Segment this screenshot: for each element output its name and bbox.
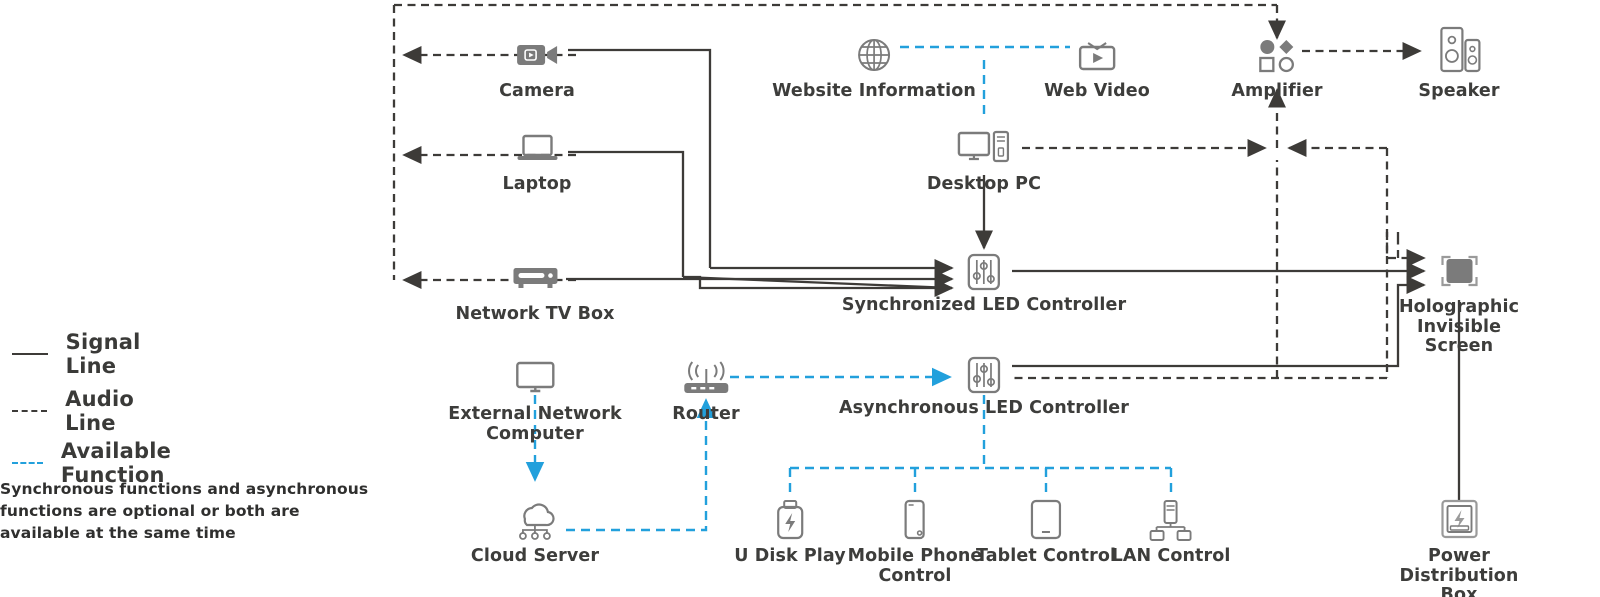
node-label: Web Video bbox=[1044, 81, 1150, 101]
node-label: Cloud Server bbox=[470, 546, 600, 566]
laptop-icon bbox=[502, 125, 571, 171]
solid-line-icon bbox=[12, 353, 48, 355]
node-website-information[interactable]: Website Information bbox=[772, 32, 976, 102]
set-top-box-icon bbox=[455, 255, 614, 301]
node-label: Website Information bbox=[772, 81, 976, 101]
node-router[interactable]: Router bbox=[672, 355, 740, 425]
node-network-tv-box[interactable]: Network TV Box bbox=[455, 255, 614, 325]
led-controller-icon bbox=[842, 252, 1126, 292]
node-label: Power Distribution Box bbox=[1399, 546, 1519, 597]
node-tablet-control[interactable]: Tablet Control bbox=[976, 497, 1116, 567]
node-label: Tablet Control bbox=[975, 546, 1117, 566]
node-label: Router bbox=[672, 404, 740, 424]
holographic-screen-icon bbox=[1389, 250, 1530, 294]
node-label: U Disk Play bbox=[734, 546, 846, 566]
legend-item-audio: Audio Line bbox=[12, 387, 151, 435]
dashed-line-icon bbox=[12, 410, 48, 412]
node-asynchronous-led-controller[interactable]: Asynchronous LED Controller bbox=[839, 355, 1129, 419]
tablet-icon bbox=[976, 497, 1116, 543]
node-label: Camera bbox=[499, 81, 575, 101]
usb-drive-icon bbox=[734, 497, 846, 543]
node-label: Desktop PC bbox=[926, 174, 1042, 194]
legend-label: Signal Line bbox=[65, 330, 141, 378]
lan-network-icon bbox=[1112, 497, 1231, 543]
node-laptop[interactable]: Laptop bbox=[502, 125, 571, 195]
node-label: Speaker bbox=[1418, 81, 1500, 101]
globe-icon bbox=[772, 32, 976, 78]
monitor-icon bbox=[448, 355, 621, 401]
node-synchronized-led-controller[interactable]: Synchronized LED Controller bbox=[842, 252, 1126, 316]
node-amplifier[interactable]: Amplifier bbox=[1231, 32, 1323, 102]
node-desktop-pc[interactable]: Desktop PC bbox=[927, 125, 1041, 195]
power-box-icon bbox=[1389, 497, 1530, 543]
node-lan-control[interactable]: LAN Control bbox=[1112, 497, 1231, 567]
node-label: Amplifier bbox=[1231, 81, 1323, 101]
node-holographic-invisible-screen[interactable]: Holographic Invisible Screen bbox=[1389, 250, 1530, 357]
node-cloud-server[interactable]: Cloud Server bbox=[471, 497, 599, 567]
cloud-server-icon bbox=[471, 497, 599, 543]
node-speaker[interactable]: Speaker bbox=[1418, 25, 1499, 102]
node-external-network-computer[interactable]: External Network Computer bbox=[448, 355, 622, 444]
node-label: Network TV Box bbox=[455, 304, 615, 324]
speaker-icon bbox=[1418, 25, 1499, 78]
node-label: Mobile Phone Control bbox=[847, 546, 983, 586]
node-label: Holographic Invisible Screen bbox=[1398, 297, 1520, 357]
router-icon bbox=[672, 355, 739, 401]
desktop-computer-icon bbox=[927, 125, 1041, 171]
amplifier-shapes-icon bbox=[1231, 32, 1322, 78]
video-camera-icon bbox=[499, 32, 575, 78]
node-power-distribution-box[interactable]: Power Distribution Box bbox=[1389, 497, 1530, 597]
mobile-phone-icon bbox=[848, 497, 983, 543]
legend-note: Synchronous functions and asynchronous f… bbox=[0, 480, 369, 542]
node-label: LAN Control bbox=[1111, 546, 1231, 566]
led-controller-icon bbox=[839, 355, 1129, 395]
cyan-dashed-line-icon bbox=[12, 462, 43, 464]
legend-label: Audio Line bbox=[65, 387, 134, 435]
node-label: Asynchronous LED Controller bbox=[838, 398, 1130, 418]
node-web-video[interactable]: Web Video bbox=[1044, 32, 1150, 102]
node-label: External Network Computer bbox=[448, 404, 622, 444]
node-label: Laptop bbox=[502, 174, 572, 194]
diagram-canvas: Signal Line Audio Line Available Functio… bbox=[0, 0, 1600, 597]
node-mobile-phone-control[interactable]: Mobile Phone Control bbox=[848, 497, 983, 586]
node-u-disk-play[interactable]: U Disk Play bbox=[734, 497, 846, 567]
node-camera[interactable]: Camera bbox=[499, 32, 575, 102]
tv-play-icon bbox=[1044, 32, 1150, 78]
legend-item-signal: Signal Line bbox=[12, 330, 157, 378]
node-label: Synchronized LED Controller bbox=[841, 295, 1127, 315]
